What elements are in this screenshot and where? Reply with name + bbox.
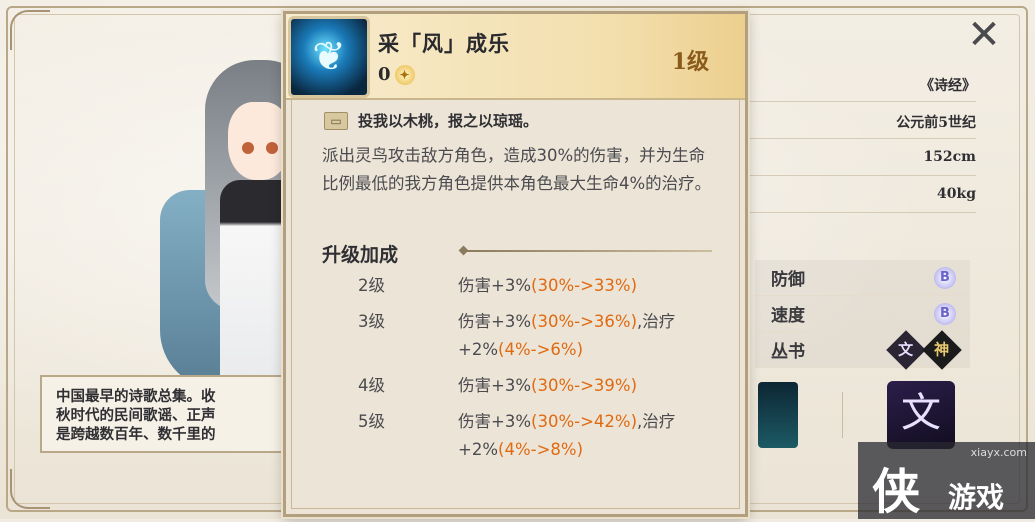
- skill-header: ❦ 采「风」成乐 0 ✦ 1级: [286, 14, 745, 100]
- grade-badge[interactable]: B: [934, 266, 956, 289]
- stat-row-collection: 丛书 文 神: [755, 329, 970, 370]
- upgrade-effect: 伤害+3%(30%->42%),治疗 +2%(4%->8%): [458, 408, 718, 464]
- upgrade-suffix: ,治疗: [637, 412, 676, 431]
- watermark-text: 游戏: [948, 481, 1005, 514]
- upgrade-level: 4级: [358, 376, 385, 395]
- close-icon[interactable]: ✕: [960, 12, 1008, 58]
- skill-description: 派出灵鸟攻击敌方角色，造成30%的伤害，并为生命比例最低的我方角色提供本角色最大…: [322, 146, 712, 193]
- watermark: xiayx.com 侠 游戏: [858, 442, 1035, 520]
- info-source-work: 《诗经》: [740, 66, 976, 102]
- skill-cost-value: 0: [378, 64, 391, 85]
- skill-quote-row: ▭ 投我以木桃，报之以琼瑶。: [324, 110, 538, 131]
- lore-line: 秋时代的民间歌谣、正声: [56, 407, 216, 424]
- tag-glyph: 文: [898, 340, 914, 359]
- character-face: [228, 102, 290, 180]
- character-eye: [266, 142, 278, 154]
- lore-line: 是跨越数百年、数千里的: [56, 426, 216, 443]
- divider: [842, 392, 843, 438]
- watermark-site: xiayx.com: [970, 446, 1027, 459]
- watermark-logo: 侠: [872, 464, 921, 520]
- upgrade-highlight: (30%->42%): [531, 412, 638, 431]
- stat-row-speed: 速度 B: [755, 296, 970, 332]
- skill-quote: 投我以木桃，报之以琼瑶。: [358, 112, 539, 130]
- upgrade-prefix: 伤害+3%: [458, 376, 532, 395]
- stat-row-defense: 防御 B: [755, 260, 970, 296]
- bird-skill-icon: ❦: [288, 16, 370, 98]
- mythology-tag-icon[interactable]: 神: [922, 329, 962, 370]
- literature-skill-icon[interactable]: 文: [887, 381, 955, 449]
- collection-tags: 文 神: [886, 329, 962, 370]
- stat-block: 防御 B 速度 B 丛书 文 神: [755, 260, 970, 370]
- info-height: 152cm: [740, 140, 976, 176]
- upgrade-row: 3级 伤害+3%(30%->36%),治疗 +2%(4%->6%): [358, 308, 728, 364]
- upgrade-level: 2级: [358, 276, 385, 295]
- stat-label: 速度: [771, 306, 805, 326]
- collection-label: 丛书: [771, 342, 805, 362]
- energy-icon: ✦: [394, 64, 415, 85]
- upgrade-prefix: +2%: [458, 340, 499, 359]
- upgrade-level: 3级: [358, 312, 385, 331]
- frame-corner: [10, 10, 50, 50]
- lore-text-box: 中国最早的诗歌总集。收 秋时代的民间歌谣、正声 是跨越数百年、数千里的: [40, 375, 290, 453]
- tag-glyph: 神: [934, 340, 950, 359]
- upgrade-prefix: +2%: [458, 440, 499, 459]
- upgrade-level: 5级: [358, 412, 385, 431]
- upgrade-row: 5级 伤害+3%(30%->42%),治疗 +2%(4%->8%): [358, 408, 728, 464]
- upgrade-highlight: (4%->6%): [498, 340, 584, 359]
- grade-badge[interactable]: B: [934, 302, 956, 325]
- upgrade-suffix: ,治疗: [637, 312, 676, 331]
- upgrade-highlight: (30%->36%): [531, 312, 638, 331]
- skill-level: 1级: [671, 49, 709, 75]
- book-icon: ▭: [324, 111, 348, 130]
- frame-corner: [10, 469, 50, 509]
- skill-cost: 0 ✦: [378, 64, 415, 85]
- upgrade-highlight: (30%->39%): [531, 376, 638, 395]
- upgrade-highlight: (4%->8%): [498, 440, 584, 459]
- upgrade-prefix: 伤害+3%: [458, 412, 532, 431]
- upgrade-effect: 伤害+3%(30%->39%): [458, 372, 718, 400]
- upgrade-row: 4级 伤害+3%(30%->39%): [358, 372, 728, 400]
- upgrade-effect: 伤害+3%(30%->36%),治疗 +2%(4%->6%): [458, 308, 718, 364]
- upgrade-highlight: (30%->33%): [531, 276, 638, 295]
- skill-tooltip-card: ❦ 采「风」成乐 0 ✦ 1级 ▭ 投我以木桃，报之以琼瑶。 派出灵鸟攻击敌方角…: [283, 11, 748, 517]
- upgrade-prefix: 伤害+3%: [458, 276, 532, 295]
- literature-tag-icon[interactable]: 文: [886, 329, 926, 370]
- upgrade-row: 2级 伤害+3%(30%->33%): [358, 272, 728, 300]
- upgrade-list: 2级 伤害+3%(30%->33%) 3级 伤害+3%(30%->36%),治疗…: [358, 272, 728, 472]
- upgrade-divider: [462, 250, 712, 252]
- skill-thumbnail[interactable]: [758, 382, 798, 448]
- stat-label: 防御: [771, 270, 805, 290]
- character-eye: [242, 142, 254, 154]
- upgrade-prefix: 伤害+3%: [458, 312, 532, 331]
- skill-name: 采「风」成乐: [378, 31, 510, 56]
- upgrade-title: 升级加成: [322, 244, 399, 266]
- info-weight: 40kg: [740, 177, 976, 213]
- info-era: 公元前5世纪: [740, 103, 976, 139]
- lore-line: 中国最早的诗歌总集。收: [56, 388, 216, 405]
- upgrade-effect: 伤害+3%(30%->33%): [458, 272, 718, 300]
- skill-icon-glyph: 文: [901, 390, 941, 436]
